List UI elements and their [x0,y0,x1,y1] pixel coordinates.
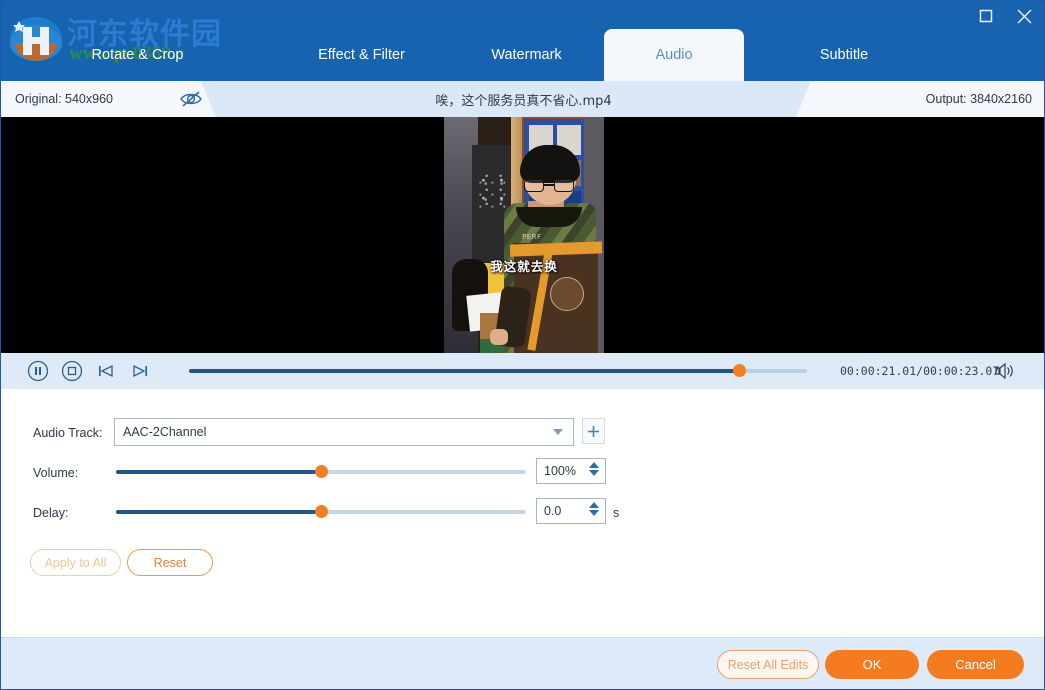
output-resolution: Output: 3840x2160 [926,81,1032,117]
pause-button[interactable] [25,358,51,384]
audio-settings-panel: Audio Track: AAC-2Channel Volume: 100% [1,389,1045,637]
frame-hoodie-collar [516,207,582,227]
previous-frame-button[interactable] [93,358,119,384]
volume-slider-fill [116,470,321,474]
cancel-label: Cancel [955,657,995,672]
delay-slider-fill [116,510,321,514]
tab-audio[interactable]: Audio [604,29,744,81]
playback-time: 00:00:21.01/00:00:23.07 [840,353,999,389]
audio-track-row: Audio Track: AAC-2Channel [1,418,1045,448]
preview-toggle-button[interactable] [179,81,203,117]
tab-effect-filter[interactable]: Effect & Filter [274,29,449,81]
tab-label: Rotate & Crop [92,47,184,63]
chevron-down-icon [553,429,563,435]
frame-person-glasses [524,179,574,192]
delay-slider[interactable] [116,510,526,514]
tab-rotate-crop[interactable]: Rotate & Crop [1,29,274,81]
skip-next-icon [130,361,150,381]
footer-bar: Reset All Edits OK Cancel [1,637,1045,690]
spinner-arrows[interactable] [589,502,599,516]
delay-value: 0.0 [544,504,561,518]
tab-label: Audio [655,47,692,63]
eye-off-icon [179,90,203,108]
spinner-down-icon[interactable] [589,470,599,476]
square-icon [979,9,993,23]
tab-label: Subtitle [820,47,868,63]
apply-to-all-label: Apply to All [45,556,107,570]
volume-row: Volume: 100% [1,458,1045,488]
spinner-down-icon[interactable] [589,510,599,516]
delay-row: Delay: 0.0 s [1,498,1045,528]
player-controls [25,353,153,389]
playback-progress-fill [189,369,739,373]
volume-slider[interactable] [116,470,526,474]
reset-all-edits-label: Reset All Edits [728,658,809,672]
frame-apron-logo [550,277,584,311]
title-bar: 河东软件园 www.pc0359.c Rotate & Crop Effect … [1,1,1045,81]
video-frame: PERF 我这就去换 [444,117,604,353]
delay-slider-handle[interactable] [315,505,328,518]
reset-button[interactable]: Reset [127,549,213,576]
next-frame-button[interactable] [127,358,153,384]
stop-button[interactable] [59,358,85,384]
plus-icon [587,425,600,438]
audio-track-select[interactable]: AAC-2Channel [114,418,574,446]
add-audio-track-button[interactable] [582,418,605,444]
spinner-up-icon[interactable] [589,502,599,508]
ok-label: OK [863,657,882,672]
reset-label: Reset [154,556,187,570]
tab-subtitle[interactable]: Subtitle [744,29,944,81]
video-preview[interactable]: PERF 我这就去换 [1,117,1045,353]
frame-hoodie-text: PERF [522,233,542,241]
volume-value: 100% [544,464,576,478]
spinner-up-icon[interactable] [589,462,599,468]
maximize-button[interactable] [969,1,1003,31]
video-subtitle-overlay: 我这就去换 [444,256,604,275]
audio-track-value: AAC-2Channel [123,425,206,439]
cancel-button[interactable]: Cancel [927,650,1024,679]
playback-progress-handle[interactable] [733,364,746,377]
info-bar: Original: 540x960 唉，这个服务员真不省心.mp4 Output… [1,81,1045,117]
volume-button[interactable] [994,353,1016,389]
tab-label: Effect & Filter [318,47,405,63]
close-button[interactable] [1005,1,1043,31]
volume-slider-handle[interactable] [315,465,328,478]
tab-label: Watermark [491,47,561,63]
delay-label: Delay: [33,506,113,520]
volume-label: Volume: [33,466,113,480]
spinner-arrows[interactable] [589,462,599,476]
pause-circle-icon [27,360,49,382]
volume-spinner[interactable]: 100% [536,458,606,484]
close-icon [1016,8,1033,25]
player-bar: 00:00:21.01/00:00:23.07 [1,353,1045,389]
reset-all-edits-button[interactable]: Reset All Edits [717,650,819,679]
speaker-volume-icon [994,362,1016,380]
audio-track-label: Audio Track: [33,426,113,440]
apply-to-all-button[interactable]: Apply to All [30,549,121,576]
tab-bar: Rotate & Crop Effect & Filter Watermark … [1,29,1045,81]
playback-progress-slider[interactable] [189,369,807,373]
tab-watermark[interactable]: Watermark [449,29,604,81]
ok-button[interactable]: OK [825,650,919,679]
video-editor-window: 河东软件园 www.pc0359.c Rotate & Crop Effect … [0,0,1045,690]
frame-person-hand [490,329,508,345]
skip-previous-icon [96,361,116,381]
stop-circle-icon [61,360,83,382]
frame-person-hair [520,145,580,183]
delay-spinner[interactable]: 0.0 [536,498,606,524]
delay-unit: s [613,506,619,520]
original-resolution: Original: 540x960 [15,81,113,117]
